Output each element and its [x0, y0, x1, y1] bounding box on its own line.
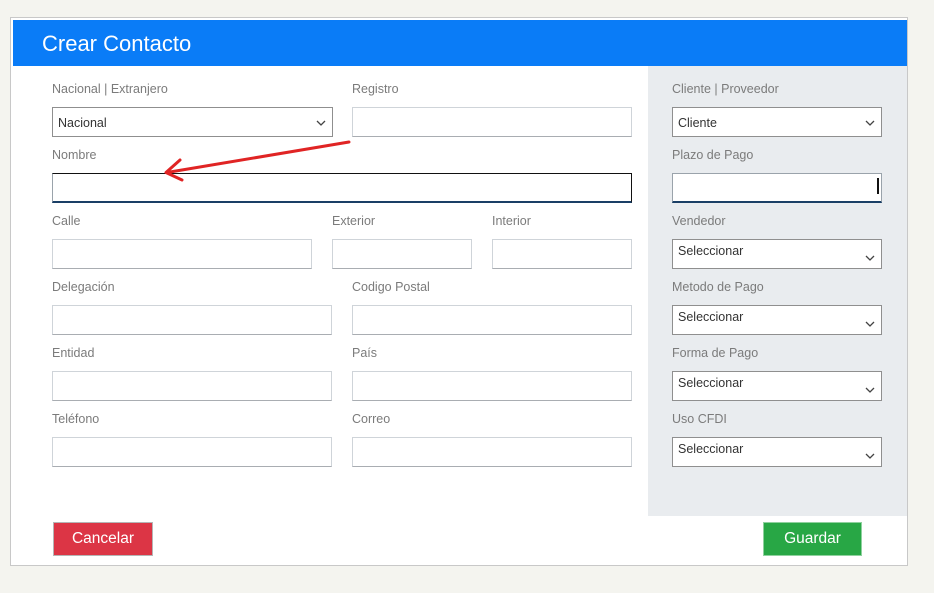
entidad-label: Entidad [52, 346, 95, 360]
vendedor-select[interactable]: Seleccionar [672, 239, 882, 269]
interior-label: Interior [492, 214, 531, 228]
correo-label: Correo [352, 412, 391, 426]
uso-cfdi-value: Seleccionar [678, 442, 744, 456]
registro-input[interactable] [352, 107, 632, 137]
save-button[interactable]: Guardar [763, 522, 862, 556]
plazo-pago-label: Plazo de Pago [672, 148, 754, 162]
forma-pago-select[interactable]: Seleccionar [672, 371, 882, 401]
codigo-postal-label: Codigo Postal [352, 280, 430, 294]
registro-label: Registro [352, 82, 399, 96]
chevron-down-icon [865, 321, 875, 327]
chevron-down-icon [865, 453, 875, 459]
exterior-input[interactable] [332, 239, 472, 269]
pais-input[interactable] [352, 371, 632, 401]
forma-pago-value: Seleccionar [678, 376, 744, 390]
metodo-pago-select[interactable]: Seleccionar [672, 305, 882, 335]
cliente-proveedor-value: Cliente [678, 116, 717, 130]
nombre-input[interactable] [52, 173, 632, 203]
dialog-header: Crear Contacto [13, 20, 907, 66]
nombre-label: Nombre [52, 148, 97, 162]
dialog-title: Crear Contacto [42, 31, 192, 56]
cliente-proveedor-label: Cliente | Proveedor [672, 82, 779, 96]
interior-input[interactable] [492, 239, 632, 269]
calle-input[interactable] [52, 239, 312, 269]
vendedor-label: Vendedor [672, 214, 726, 228]
chevron-down-icon [865, 120, 875, 126]
pais-label: País [352, 346, 378, 360]
telefono-input[interactable] [52, 437, 332, 467]
nacional-extranjero-select[interactable]: Nacional [52, 107, 333, 137]
plazo-pago-input[interactable] [672, 173, 882, 203]
exterior-label: Exterior [332, 214, 376, 228]
vendedor-value: Seleccionar [678, 244, 744, 258]
chevron-down-icon [865, 255, 875, 261]
nacional-extranjero-label: Nacional | Extranjero [52, 82, 168, 96]
create-contact-dialog: Crear Contacto Nacional | Extranjero Nac… [10, 17, 908, 566]
nacional-extranjero-value: Nacional [58, 116, 107, 130]
chevron-down-icon [316, 120, 326, 126]
cliente-proveedor-select[interactable]: Cliente [672, 107, 882, 137]
metodo-pago-value: Seleccionar [678, 310, 744, 324]
chevron-down-icon [865, 387, 875, 393]
metodo-pago-label: Metodo de Pago [672, 280, 764, 294]
uso-cfdi-select[interactable]: Seleccionar [672, 437, 882, 467]
uso-cfdi-label: Uso CFDI [672, 412, 727, 426]
entidad-input[interactable] [52, 371, 332, 401]
codigo-postal-input[interactable] [352, 305, 632, 335]
delegacion-input[interactable] [52, 305, 332, 335]
text-caret [877, 178, 879, 194]
delegacion-label: Delegación [52, 280, 115, 294]
telefono-label: Teléfono [52, 412, 100, 426]
correo-input[interactable] [352, 437, 632, 467]
calle-label: Calle [52, 214, 81, 228]
forma-pago-label: Forma de Pago [672, 346, 759, 360]
cancel-button[interactable]: Cancelar [53, 522, 153, 556]
